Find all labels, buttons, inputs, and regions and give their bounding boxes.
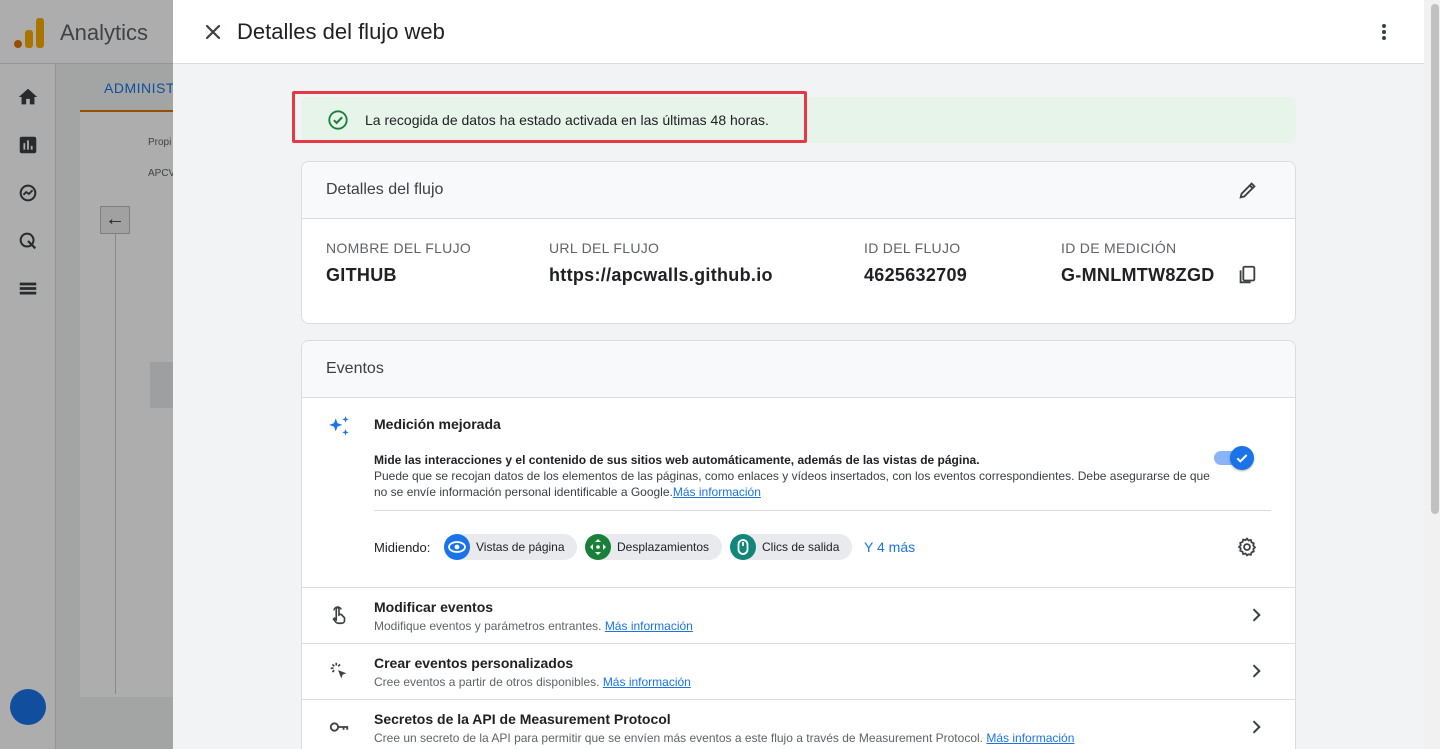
chip-outbound-clicks-label: Clics de salida bbox=[762, 540, 840, 554]
close-icon[interactable] bbox=[201, 20, 225, 44]
check-circle-icon bbox=[328, 110, 348, 130]
page-scrollbar-thumb[interactable] bbox=[1431, 4, 1439, 514]
events-heading: Eventos bbox=[326, 360, 384, 377]
measurement-id-value: G-MNLMTW8ZGD bbox=[1061, 265, 1215, 285]
modify-events-title: Modificar eventos bbox=[374, 599, 494, 615]
measurement-protocol-subtitle: Cree un secreto de la API para permitir … bbox=[374, 731, 1074, 745]
touch-icon bbox=[332, 606, 346, 625]
chip-scrolls[interactable]: Desplazamientos bbox=[585, 534, 722, 560]
stream-url-label: URL DEL FLUJO bbox=[549, 240, 660, 256]
mouse-icon bbox=[730, 534, 756, 560]
edit-pencil-icon[interactable] bbox=[1237, 179, 1259, 201]
chevron-right-icon bbox=[1252, 608, 1261, 622]
scroll-icon bbox=[585, 534, 611, 560]
modify-events-row[interactable]: Modificar eventos Modifique eventos y pa… bbox=[302, 587, 1295, 643]
key-icon bbox=[329, 722, 349, 732]
chevron-right-icon bbox=[1252, 720, 1261, 734]
events-card-header: Eventos bbox=[302, 341, 1295, 398]
chip-outbound-clicks[interactable]: Clics de salida bbox=[730, 534, 852, 560]
chip-page-views[interactable]: Vistas de página bbox=[444, 534, 577, 560]
modify-events-sub-text: Modifique eventos y parámetros entrantes… bbox=[374, 619, 602, 633]
measuring-label: Midiendo: bbox=[374, 540, 431, 555]
stream-name-value: GITHUB bbox=[326, 265, 397, 285]
click-sparkle-icon bbox=[330, 662, 347, 679]
enhanced-measurement-title: Medición mejorada bbox=[374, 416, 501, 432]
stream-name-label: NOMBRE DEL FLUJO bbox=[326, 240, 472, 256]
create-custom-events-title: Crear eventos personalizados bbox=[374, 655, 574, 671]
create-custom-events-subtitle: Cree eventos a partir de otros disponibl… bbox=[374, 675, 691, 689]
chip-page-views-label: Vistas de página bbox=[476, 540, 565, 554]
measurement-protocol-learn-more-link[interactable]: Más información bbox=[986, 731, 1074, 745]
modify-events-learn-more-link[interactable]: Más información bbox=[605, 619, 693, 633]
modify-events-subtitle: Modifique eventos y parámetros entrantes… bbox=[374, 619, 693, 633]
enhanced-measurement-description: Mide las interacciones y el contenido de… bbox=[374, 452, 1214, 500]
drawer-header: Detalles del flujo web bbox=[173, 0, 1424, 64]
gear-icon[interactable] bbox=[1236, 536, 1258, 558]
data-collection-status-banner: La recogida de datos ha estado activada … bbox=[301, 97, 1296, 143]
enhanced-measurement-desc-rest: Puede que se recojan datos de los elemen… bbox=[374, 469, 1210, 499]
measurement-id-label: ID DE MEDICIÓN bbox=[1061, 240, 1177, 256]
status-text: La recogida de datos ha estado activada … bbox=[365, 112, 769, 128]
more-vert-icon[interactable] bbox=[1372, 20, 1396, 44]
create-custom-events-row[interactable]: Crear eventos personalizados Cree evento… bbox=[302, 643, 1295, 699]
measurement-protocol-secrets-row[interactable]: Secretos de la API de Measurement Protoc… bbox=[302, 699, 1295, 749]
stream-details-heading: Detalles del flujo bbox=[326, 181, 444, 198]
stream-details-card: Detalles del flujo NOMBRE DEL FLUJO GITH… bbox=[301, 161, 1296, 324]
eye-icon bbox=[444, 534, 470, 560]
drawer-title: Detalles del flujo web bbox=[237, 19, 445, 44]
more-events-link[interactable]: Y 4 más bbox=[864, 539, 915, 555]
sparkle-icon bbox=[329, 416, 349, 436]
learn-more-link[interactable]: Más información bbox=[673, 485, 761, 499]
stream-url-value: https://apcwalls.github.io bbox=[549, 265, 773, 285]
enhanced-measurement-desc-bold: Mide las interacciones y el contenido de… bbox=[374, 453, 980, 467]
measurement-protocol-title: Secretos de la API de Measurement Protoc… bbox=[374, 711, 671, 727]
stream-details-drawer: Detalles del flujo web La recogida de da… bbox=[173, 0, 1424, 749]
enhanced-measurement-toggle[interactable] bbox=[1214, 446, 1254, 470]
chip-scrolls-label: Desplazamientos bbox=[617, 540, 710, 554]
create-custom-events-sub-text: Cree eventos a partir de otros disponibl… bbox=[374, 675, 600, 689]
create-custom-events-learn-more-link[interactable]: Más información bbox=[603, 675, 691, 689]
stream-id-value: 4625632709 bbox=[864, 265, 968, 285]
stream-id-label: ID DEL FLUJO bbox=[864, 240, 961, 256]
copy-icon[interactable] bbox=[1236, 264, 1258, 286]
chevron-right-icon bbox=[1252, 664, 1261, 678]
measurement-protocol-sub-text: Cree un secreto de la API para permitir … bbox=[374, 731, 983, 745]
enhanced-measurement-divider bbox=[374, 510, 1271, 511]
events-card: Eventos Medición mejorada Mide las inter… bbox=[301, 340, 1296, 749]
stream-details-card-header: Detalles del flujo bbox=[302, 162, 1295, 219]
check-icon bbox=[1236, 454, 1248, 463]
